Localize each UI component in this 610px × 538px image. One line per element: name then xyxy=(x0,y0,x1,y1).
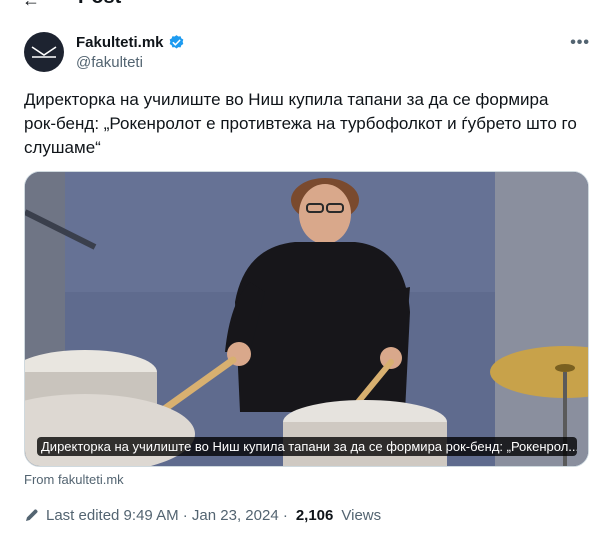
avatar[interactable] xyxy=(24,32,64,72)
tweet-media[interactable]: Директорка на училиште во Ниш купила тап… xyxy=(24,171,589,467)
author-names: Fakulteti.mk @fakulteti xyxy=(76,34,185,71)
tweet-meta: Last edited 9:49 AM · Jan 23, 2024 · 2,1… xyxy=(24,505,381,525)
top-bar: ← Post xyxy=(0,0,610,12)
tweet-text: Директорка на училиште во Ниш купила тап… xyxy=(24,90,577,157)
tweet-header: Fakulteti.mk @fakulteti ••• xyxy=(24,32,592,76)
drummer-photo xyxy=(25,172,588,466)
link-source[interactable]: From fakulteti.mk xyxy=(24,472,124,487)
verified-badge-icon xyxy=(169,35,183,49)
author-handle[interactable]: @fakulteti xyxy=(76,54,185,71)
pencil-icon xyxy=(26,509,38,521)
media-caption: Директорка на училиште во Ниш купила тап… xyxy=(37,437,577,456)
more-options-icon[interactable]: ••• xyxy=(570,34,590,52)
author-display-name[interactable]: Fakulteti.mk xyxy=(76,34,164,51)
logo-icon xyxy=(31,46,57,58)
views-label: Views xyxy=(341,506,382,524)
edited-timestamp[interactable]: Last edited 9:49 AM · Jan 23, 2024 · xyxy=(46,507,288,524)
page-title: Post xyxy=(78,0,121,9)
views-count: 2,106 xyxy=(295,506,334,524)
arrow-left-icon[interactable]: ← xyxy=(22,0,40,11)
